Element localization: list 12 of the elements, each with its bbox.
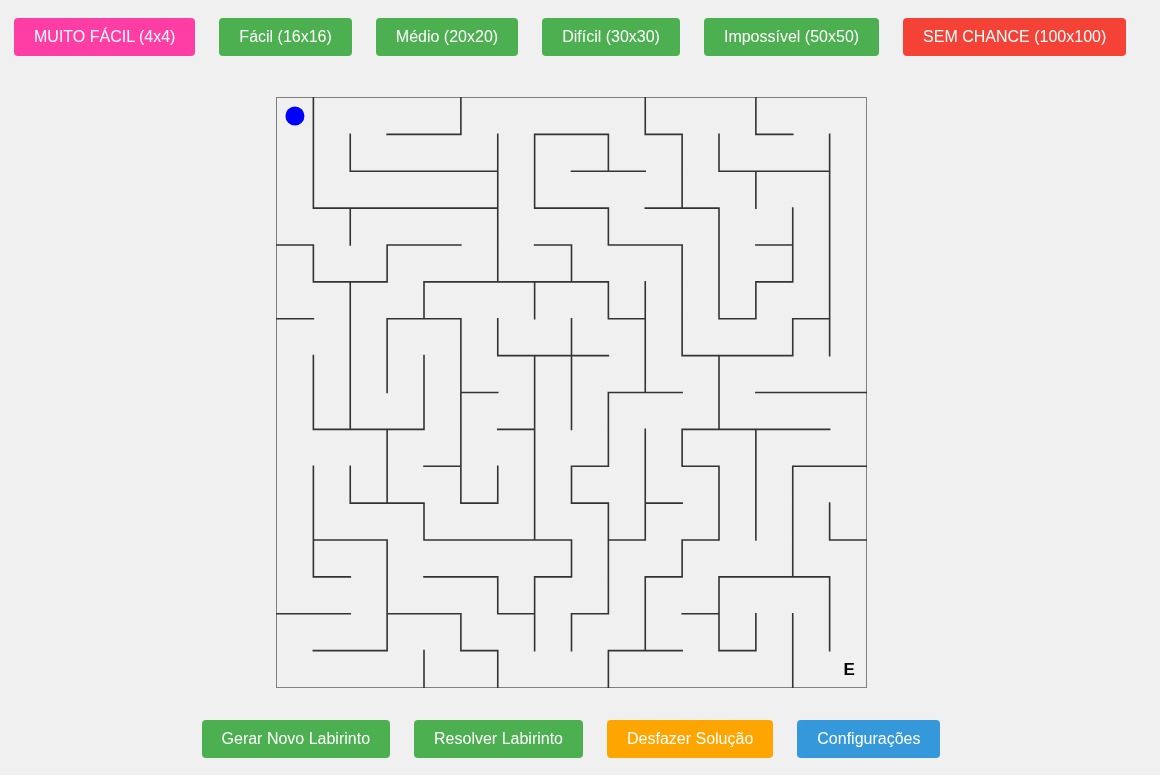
action-button[interactable]: Gerar Novo Labirinto [201,720,391,758]
difficulty-button[interactable]: MUITO FÁCIL (4x4) [14,18,196,56]
marker-dot-icon [284,106,304,126]
difficulty-button[interactable]: Difícil (30x30) [542,18,680,56]
action-button[interactable]: Resolver Labirinto [414,720,583,758]
difficulty-button[interactable]: SEM CHANCE (100x100) [903,18,1127,56]
difficulty-button[interactable]: Impossível (50x50) [703,18,880,56]
difficulty-button[interactable]: Fácil (16x16) [219,18,352,56]
action-button[interactable]: Configurações [797,720,941,758]
action-button[interactable]: Desfazer Solução [607,720,774,758]
difficulty-button[interactable]: Médio (20x20) [375,18,519,56]
exit-label: E [842,660,855,680]
